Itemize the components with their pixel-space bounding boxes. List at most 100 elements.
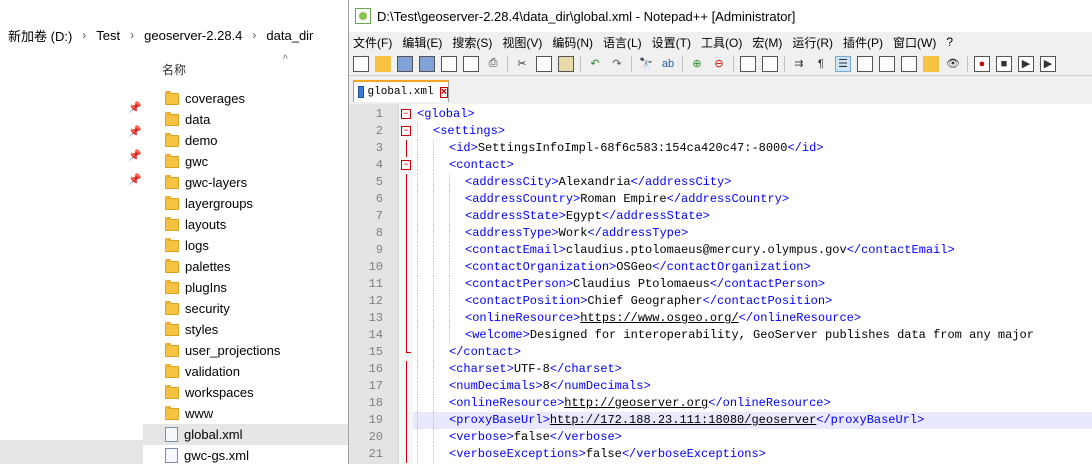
user-lang-icon[interactable] (857, 55, 873, 72)
breadcrumb-geoserver[interactable]: geoserver-2.28.4 (144, 28, 242, 43)
close-icon[interactable]: × (439, 86, 448, 98)
folder-workspace-icon[interactable] (923, 55, 939, 72)
fold-toggle-icon[interactable]: − (401, 109, 411, 119)
zoom-out-icon[interactable]: ⊖ (711, 56, 727, 72)
run-macro-multiple-icon[interactable]: ▶ (1040, 55, 1056, 72)
url-link[interactable]: http://geoserver.org (564, 396, 708, 410)
close-file-icon[interactable] (441, 55, 457, 72)
menu-item[interactable]: 编码(N) (552, 34, 593, 51)
file-list-item[interactable]: layouts (143, 214, 348, 235)
chevron-right-icon[interactable]: › (82, 28, 86, 42)
pin-icon[interactable]: 📌 (128, 150, 142, 162)
code-line[interactable]: 8 <addressType>Work</addressType> (349, 225, 1092, 242)
file-list-item[interactable]: plugIns (143, 277, 348, 298)
menu-item[interactable]: ? (946, 35, 953, 49)
file-list-item[interactable]: www (143, 403, 348, 424)
menu-item[interactable]: 设置(T) (652, 34, 691, 51)
close-all-icon[interactable] (463, 55, 479, 72)
code-line[interactable]: 9 <contactEmail>claudius.ptolomaeus@mercu… (349, 242, 1092, 259)
file-list-item[interactable]: logs (143, 235, 348, 256)
code-line[interactable]: 18 <onlineResource>http://geoserver.org</… (349, 395, 1092, 412)
code-line[interactable]: 15 </contact> (349, 344, 1092, 361)
indent-guide-icon[interactable]: ☰ (835, 55, 851, 72)
function-list-icon[interactable] (901, 55, 917, 72)
breadcrumb-data-dir[interactable]: data_dir (266, 28, 313, 43)
menu-item[interactable]: 搜索(S) (452, 34, 492, 51)
find-icon[interactable]: 🔭 (638, 56, 654, 72)
file-list-item[interactable]: styles (143, 319, 348, 340)
file-list-item[interactable]: gwc-layers (143, 172, 348, 193)
copy-icon[interactable] (536, 55, 552, 72)
code-line[interactable]: 10 <contactOrganization>OSGeo</contactOrg… (349, 259, 1092, 276)
fold-toggle-icon[interactable]: − (401, 126, 411, 136)
file-list-item[interactable]: demo (143, 130, 348, 151)
column-name[interactable]: 名称 (162, 61, 186, 78)
code-line[interactable]: 19 <proxyBaseUrl>http://172.188.23.111:18… (349, 412, 1092, 429)
print-icon[interactable]: ⎙ (485, 56, 501, 72)
menu-item[interactable]: 宏(M) (752, 34, 782, 51)
zoom-in-icon[interactable]: ⊕ (689, 56, 705, 72)
file-list-item[interactable]: global.xml (143, 424, 348, 445)
url-link[interactable]: http://172.188.23.111:18080/geoserver (550, 413, 816, 427)
column-header[interactable]: ^ 名称 (143, 52, 348, 86)
cut-icon[interactable]: ✂ (514, 56, 530, 72)
code-line[interactable]: 12 <contactPosition>Chief Geographer</con… (349, 293, 1092, 310)
word-wrap-icon[interactable]: ⇉ (791, 56, 807, 72)
file-list-item[interactable]: validation (143, 361, 348, 382)
doc-map-icon[interactable] (879, 55, 895, 72)
sync-vertical-icon[interactable] (740, 55, 756, 72)
stop-macro-icon[interactable]: ■ (996, 55, 1012, 72)
code-line[interactable]: 16 <charset>UTF-8</charset> (349, 361, 1092, 378)
undo-icon[interactable]: ↶ (587, 56, 603, 72)
sync-horizontal-icon[interactable] (762, 55, 778, 72)
redo-icon[interactable]: ↷ (609, 56, 625, 72)
code-line[interactable]: 4 − <contact> (349, 157, 1092, 174)
code-line[interactable]: 7 <addressState>Egypt</addressState> (349, 208, 1092, 225)
file-list-item[interactable]: gwc-gs.xml (143, 445, 348, 466)
show-all-chars-icon[interactable]: ¶ (813, 56, 829, 72)
menu-item[interactable]: 视图(V) (502, 34, 542, 51)
code-line[interactable]: 14 <welcome>Designed for interoperability… (349, 327, 1092, 344)
replace-icon[interactable]: ab (660, 56, 676, 72)
code-line[interactable]: 2 − <settings> (349, 123, 1092, 140)
file-list-item[interactable]: data (143, 109, 348, 130)
url-link[interactable]: https://www.osgeo.org/ (580, 311, 738, 325)
play-macro-icon[interactable]: ▶ (1018, 55, 1034, 72)
paste-icon[interactable] (558, 55, 574, 72)
code-line[interactable]: 3 <id>SettingsInfoImpl-68f6c583:154ca420c… (349, 140, 1092, 157)
file-list-item[interactable]: security (143, 298, 348, 319)
code-line[interactable]: 5 <addressCity>Alexandria</addressCity> (349, 174, 1092, 191)
navigation-pane[interactable]: 📌 📌 📌 📌 (0, 50, 143, 464)
menu-item[interactable]: 工具(O) (701, 34, 742, 51)
fold-toggle-icon[interactable]: − (401, 160, 411, 170)
file-list-item[interactable]: layergroups (143, 193, 348, 214)
code-line[interactable]: 21 <verboseExceptions>false</verboseExcep… (349, 446, 1092, 463)
code-line[interactable]: 1 − <global> (349, 106, 1092, 123)
code-line[interactable]: 20 <verbose>false</verbose> (349, 429, 1092, 446)
code-line[interactable]: 13 <onlineResource>https://www.osgeo.org/… (349, 310, 1092, 327)
tab-global-xml[interactable]: global.xml × (353, 80, 449, 102)
pin-icon[interactable]: 📌 (128, 174, 142, 186)
code-line[interactable]: 17 <numDecimals>8</numDecimals> (349, 378, 1092, 395)
breadcrumb-drive[interactable]: 新加卷 (D:) (8, 26, 72, 45)
code-line[interactable]: 6 <addressCountry>Roman Empire</addressCo… (349, 191, 1092, 208)
file-list-item[interactable]: user_projections (143, 340, 348, 361)
menu-item[interactable]: 文件(F) (353, 34, 392, 51)
menu-item[interactable]: 编辑(E) (402, 34, 442, 51)
breadcrumb-test[interactable]: Test (96, 28, 120, 43)
pin-icon[interactable]: 📌 (128, 126, 142, 138)
pin-icon[interactable]: 📌 (128, 102, 142, 114)
menu-item[interactable]: 运行(R) (792, 34, 833, 51)
title-bar[interactable]: D:\Test\geoserver-2.28.4\data_dir\global… (349, 0, 1092, 32)
file-list-item[interactable]: coverages (143, 88, 348, 109)
record-macro-icon[interactable]: ● (974, 55, 990, 72)
menu-item[interactable]: 语言(L) (603, 34, 642, 51)
file-list-item[interactable]: workspaces (143, 382, 348, 403)
menu-item[interactable]: 插件(P) (843, 34, 883, 51)
open-file-icon[interactable] (375, 55, 391, 72)
chevron-right-icon[interactable]: › (252, 28, 256, 42)
menu-item[interactable]: 窗口(W) (893, 34, 936, 51)
chevron-right-icon[interactable]: › (130, 28, 134, 42)
file-list-item[interactable]: gwc (143, 151, 348, 172)
breadcrumb[interactable]: 新加卷 (D:) › Test › geoserver-2.28.4 › dat… (0, 20, 348, 50)
